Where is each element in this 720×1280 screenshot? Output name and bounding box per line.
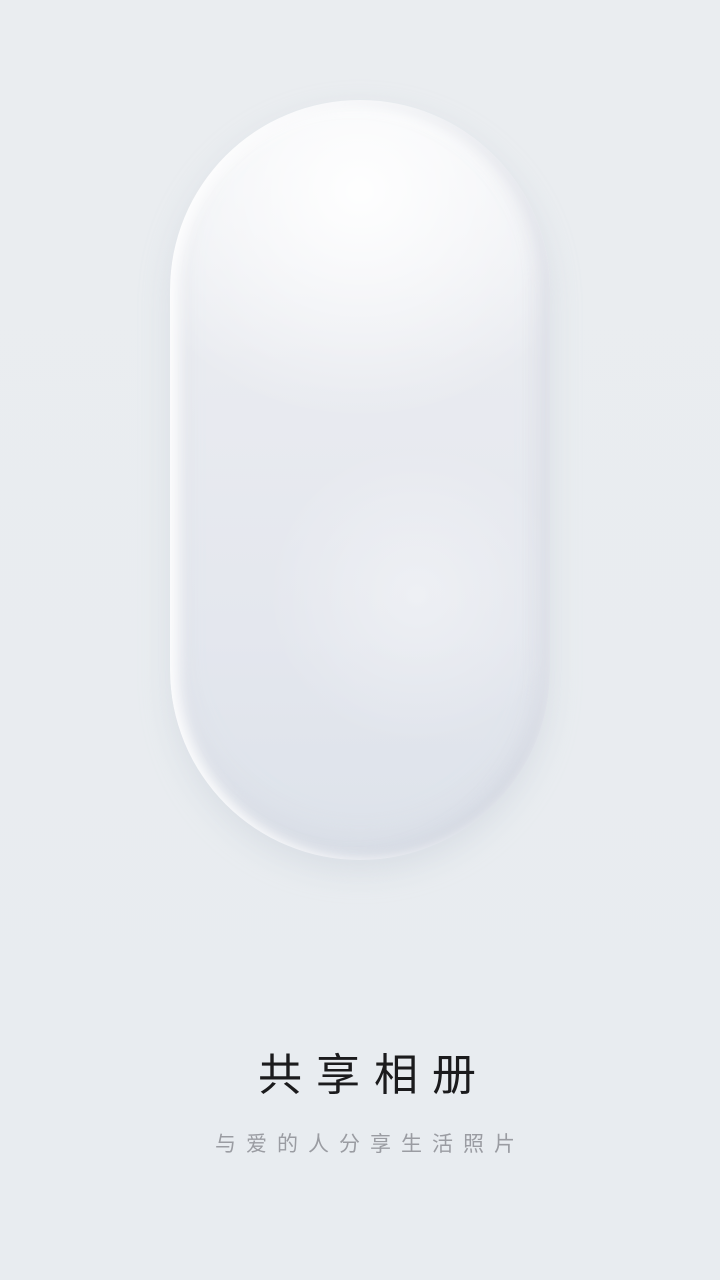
capsule-illustration-icon (170, 100, 550, 860)
splash-screen: 共享相册 与爱的人分享生活照片 (0, 0, 720, 1280)
app-title: 共享相册 (258, 1050, 490, 1101)
app-tagline: 与爱的人分享生活照片 (215, 1132, 525, 1156)
